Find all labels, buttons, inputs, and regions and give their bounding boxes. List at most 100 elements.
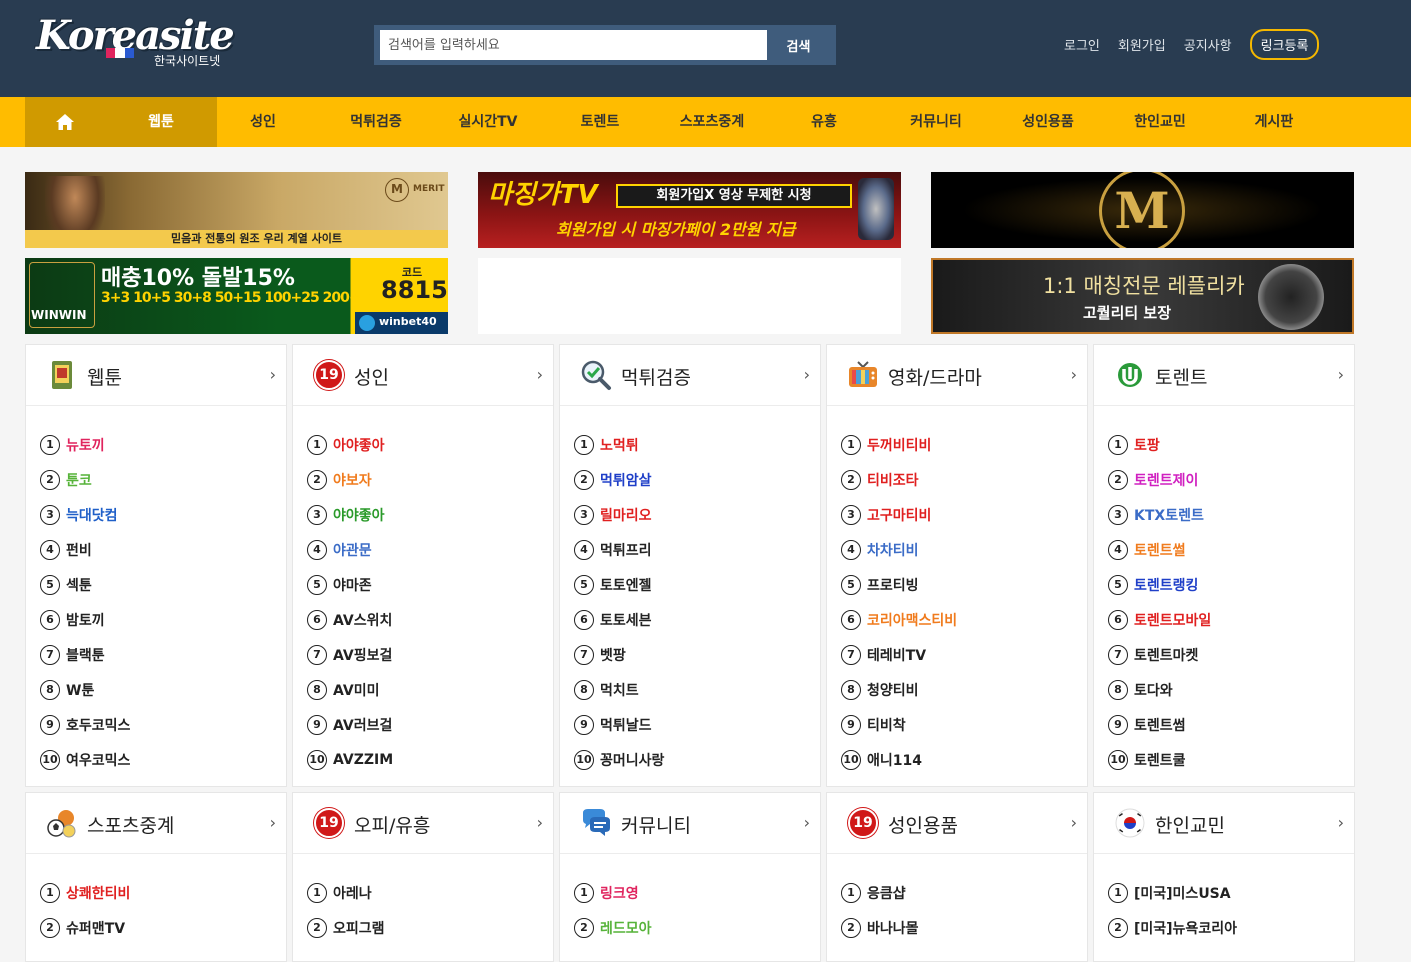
site-link[interactable]: 애니114 xyxy=(867,750,922,770)
list-item[interactable]: 3 야야좋아 xyxy=(307,497,393,532)
search-input[interactable] xyxy=(380,30,767,60)
list-item[interactable]: 1 상쾌한티비 xyxy=(40,875,130,910)
panel-header[interactable]: 토렌트 › xyxy=(1094,345,1354,406)
site-link[interactable]: 아야좋아 xyxy=(333,435,385,455)
site-link[interactable]: 오피그램 xyxy=(333,918,385,938)
site-link[interactable]: 노먹튀 xyxy=(600,435,639,455)
site-link[interactable]: KTX토렌트 xyxy=(1134,505,1204,525)
list-item[interactable]: 7 AV핑보걸 xyxy=(307,637,393,672)
site-link[interactable]: 먹튀날드 xyxy=(600,715,652,735)
site-link[interactable]: 섹툰 xyxy=(66,575,92,595)
site-link[interactable]: 링크영 xyxy=(600,883,639,903)
list-item[interactable]: 6 AV스위치 xyxy=(307,602,393,637)
panel-header[interactable]: 19 오피/유흥 › xyxy=(293,793,553,854)
chevron-right-icon[interactable]: › xyxy=(270,365,276,384)
list-item[interactable]: 2 슈퍼맨TV xyxy=(40,910,130,945)
list-item[interactable]: 6 토렌트모바일 xyxy=(1108,602,1211,637)
site-link[interactable]: 벳팡 xyxy=(600,645,626,665)
site-link[interactable]: 레드모아 xyxy=(600,918,652,938)
nav-item-adult[interactable]: 성인 xyxy=(217,97,309,147)
site-link[interactable]: 여우코믹스 xyxy=(66,750,130,770)
list-item[interactable]: 4 펀비 xyxy=(40,532,130,567)
site-link[interactable]: 프로티빙 xyxy=(867,575,919,595)
nav-item-verify[interactable]: 먹튀검증 xyxy=(320,97,432,147)
list-item[interactable]: 6 밤토끼 xyxy=(40,602,130,637)
list-item[interactable]: 3 고구마티비 xyxy=(841,497,957,532)
site-link[interactable]: 코리아맥스티비 xyxy=(867,610,957,630)
list-item[interactable]: 8 W툰 xyxy=(40,672,130,707)
list-item[interactable]: 10 애니114 xyxy=(841,742,957,777)
notice-link[interactable]: 공지사항 xyxy=(1184,35,1232,54)
nav-item-adult-goods[interactable]: 성인용품 xyxy=(992,97,1104,147)
site-link[interactable]: 토팡 xyxy=(1134,435,1160,455)
site-link[interactable]: 토렌트쿨 xyxy=(1134,750,1186,770)
list-item[interactable]: 10 AVZZIM xyxy=(307,742,393,777)
list-item[interactable]: 9 AV러브걸 xyxy=(307,707,393,742)
list-item[interactable]: 9 먹튀날드 xyxy=(574,707,664,742)
list-item[interactable]: 8 청양티비 xyxy=(841,672,957,707)
list-item[interactable]: 1 두꺼비티비 xyxy=(841,427,957,462)
chevron-right-icon[interactable]: › xyxy=(1338,813,1344,832)
chevron-right-icon[interactable]: › xyxy=(804,813,810,832)
list-item[interactable]: 4 차차티비 xyxy=(841,532,957,567)
site-link[interactable]: 토렌트썸 xyxy=(1134,715,1186,735)
site-link[interactable]: 먹튀암살 xyxy=(600,470,652,490)
banner-mazinga[interactable]: 마징가TV 회원가입X 영상 무제한 시청 회원가입 시 마징가페이 2만원 지… xyxy=(478,172,901,248)
panel-header[interactable]: 스포츠중계 › xyxy=(26,793,286,854)
panel-header[interactable]: 한인교민 › xyxy=(1094,793,1354,854)
list-item[interactable]: 5 야마존 xyxy=(307,567,393,602)
list-item[interactable]: 1 응큼샵 xyxy=(841,875,919,910)
list-item[interactable]: 8 AV미미 xyxy=(307,672,393,707)
site-link[interactable]: 밤토끼 xyxy=(66,610,105,630)
list-item[interactable]: 2 툰코 xyxy=(40,462,130,497)
chevron-right-icon[interactable]: › xyxy=(1071,365,1077,384)
nav-item-community[interactable]: 커뮤니티 xyxy=(880,97,992,147)
list-item[interactable]: 9 호두코믹스 xyxy=(40,707,130,742)
list-item[interactable]: 1 뉴토끼 xyxy=(40,427,130,462)
nav-item-live-tv[interactable]: 실시간TV xyxy=(432,97,544,147)
panel-header[interactable]: 웹툰 › xyxy=(26,345,286,406)
search-button[interactable]: 검색 xyxy=(767,30,830,60)
site-link[interactable]: 먹튀프리 xyxy=(600,540,652,560)
nav-item-entertainment[interactable]: 유흥 xyxy=(768,97,880,147)
chevron-right-icon[interactable]: › xyxy=(804,365,810,384)
list-item[interactable]: 4 토렌트썰 xyxy=(1108,532,1211,567)
list-item[interactable]: 2 레드모아 xyxy=(574,910,652,945)
list-item[interactable]: 8 토다와 xyxy=(1108,672,1211,707)
site-link[interactable]: AVZZIM xyxy=(333,752,393,768)
banner-m-casino[interactable]: M xyxy=(931,172,1354,248)
list-item[interactable]: 9 티비착 xyxy=(841,707,957,742)
site-link[interactable]: [미국]뉴욕코리아 xyxy=(1134,918,1237,938)
list-item[interactable]: 6 토토세븐 xyxy=(574,602,664,637)
site-link[interactable]: AV핑보걸 xyxy=(333,645,392,665)
site-link[interactable]: 호두코믹스 xyxy=(66,715,130,735)
site-link[interactable]: 릴마리오 xyxy=(600,505,652,525)
list-item[interactable]: 6 코리아맥스티비 xyxy=(841,602,957,637)
login-link[interactable]: 로그인 xyxy=(1064,35,1100,54)
list-item[interactable]: 3 KTX토렌트 xyxy=(1108,497,1211,532)
site-link[interactable]: 토토세븐 xyxy=(600,610,652,630)
site-link[interactable]: 펀비 xyxy=(66,540,92,560)
site-link[interactable]: AV스위치 xyxy=(333,610,392,630)
site-link[interactable]: 야야좋아 xyxy=(333,505,385,525)
site-link[interactable]: 고구마티비 xyxy=(867,505,931,525)
site-link[interactable]: 바나나몰 xyxy=(867,918,919,938)
panel-header[interactable]: 커뮤니티 › xyxy=(560,793,820,854)
list-item[interactable]: 7 벳팡 xyxy=(574,637,664,672)
list-item[interactable]: 4 야관문 xyxy=(307,532,393,567)
list-item[interactable]: 8 먹치트 xyxy=(574,672,664,707)
list-item[interactable]: 7 테레비TV xyxy=(841,637,957,672)
list-item[interactable]: 2 [미국]뉴욕코리아 xyxy=(1108,910,1237,945)
site-link[interactable]: 슈퍼맨TV xyxy=(66,918,125,938)
site-link[interactable]: AV미미 xyxy=(333,680,379,700)
site-link[interactable]: 먹치트 xyxy=(600,680,639,700)
site-link[interactable]: 청양티비 xyxy=(867,680,919,700)
list-item[interactable]: 5 토렌트랭킹 xyxy=(1108,567,1211,602)
nav-item-webtoon[interactable]: 웹툰 xyxy=(105,97,217,147)
list-item[interactable]: 2 먹튀암살 xyxy=(574,462,664,497)
list-item[interactable]: 1 노먹튀 xyxy=(574,427,664,462)
list-item[interactable]: 1 링크영 xyxy=(574,875,652,910)
list-item[interactable]: 9 토렌트썸 xyxy=(1108,707,1211,742)
site-link[interactable]: 야보자 xyxy=(333,470,372,490)
signup-link[interactable]: 회원가입 xyxy=(1118,35,1166,54)
